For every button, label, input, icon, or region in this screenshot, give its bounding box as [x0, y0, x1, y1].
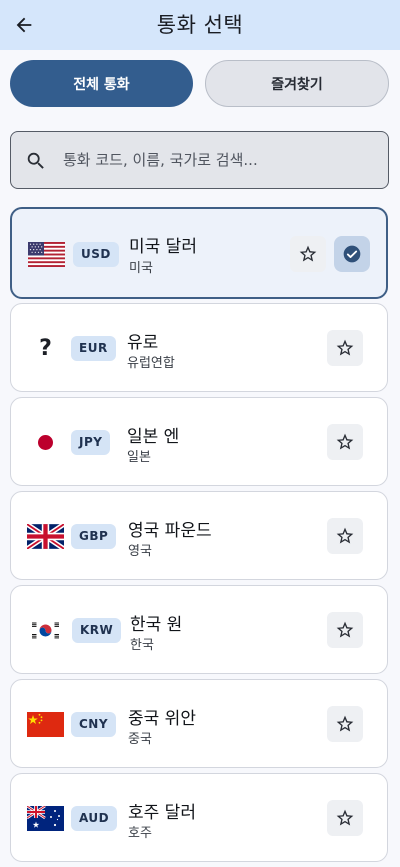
tab-favorites[interactable]: 즐겨찾기 [205, 60, 389, 107]
star-outline-icon [336, 621, 354, 638]
star-outline-icon [336, 809, 354, 826]
currency-country: 호주 [128, 826, 152, 841]
check-circle-icon [343, 245, 361, 263]
favorite-button[interactable] [290, 236, 326, 272]
currency-name: 호주 달러 [128, 803, 196, 823]
currency-item-aud[interactable]: AUD 호주 달러 호주 [10, 773, 388, 862]
currency-name: 미국 달러 [129, 237, 197, 257]
currency-list: USD 미국 달러 미국 ? EUR 유로 유럽연합 JPY 일본 엔 일본 G… [10, 207, 389, 867]
favorite-button[interactable] [327, 424, 363, 460]
arrow-left-icon [16, 17, 32, 33]
currency-country: 중국 [128, 732, 152, 747]
currency-country: 영국 [128, 544, 152, 559]
uk-flag-icon [27, 524, 64, 549]
jp-flag-icon [27, 430, 64, 455]
currency-code-badge: CNY [71, 712, 117, 737]
currency-item-usd[interactable]: USD 미국 달러 미국 [10, 207, 388, 299]
currency-item-gbp[interactable]: GBP 영국 파운드 영국 [10, 491, 388, 580]
favorite-button[interactable] [327, 518, 363, 554]
filter-tabs: 전체 통화 즐겨찾기 [10, 60, 389, 107]
cn-flag-icon [27, 712, 64, 737]
favorite-button[interactable] [327, 612, 363, 648]
currency-code-badge: JPY [71, 430, 111, 455]
star-outline-icon [336, 433, 354, 450]
currency-name: 한국 원 [130, 615, 183, 635]
favorite-button[interactable] [327, 800, 363, 836]
search-icon [27, 152, 44, 169]
currency-code-badge: AUD [71, 806, 118, 831]
currency-name: 중국 위안 [128, 709, 196, 729]
currency-code-badge: USD [73, 242, 119, 267]
kr-flag-icon [27, 618, 64, 643]
favorite-button[interactable] [327, 706, 363, 742]
flag-fallback-text: ? [39, 336, 52, 361]
currency-select-screen: 통화 선택 전체 통화 즐겨찾기 통화 코드, 이름, 국가로 검색... US… [0, 0, 400, 867]
tab-all-currencies[interactable]: 전체 통화 [10, 60, 193, 107]
au-flag-icon [27, 806, 64, 831]
currency-country: 일본 [127, 450, 151, 465]
currency-item-krw[interactable]: KRW 한국 원 한국 [10, 585, 388, 674]
currency-code-badge: GBP [71, 524, 117, 549]
back-button[interactable] [6, 7, 42, 43]
search-box [10, 131, 389, 189]
currency-country: 유럽연합 [127, 356, 175, 371]
currency-country: 한국 [130, 638, 154, 653]
currency-name: 일본 엔 [127, 427, 180, 447]
app-bar: 통화 선택 [0, 0, 400, 50]
currency-country: 미국 [129, 261, 153, 276]
star-outline-icon [336, 339, 354, 356]
unknown-flag-icon: ? [27, 336, 64, 361]
currency-item-eur[interactable]: ? EUR 유로 유럽연합 [10, 303, 388, 392]
search-input[interactable] [63, 132, 378, 188]
currency-code-badge: KRW [72, 618, 122, 643]
currency-code-badge: EUR [71, 336, 116, 361]
star-outline-icon [299, 245, 317, 262]
currency-name: 영국 파운드 [128, 521, 212, 541]
currency-item-jpy[interactable]: JPY 일본 엔 일본 [10, 397, 388, 486]
selected-check-button[interactable] [334, 236, 370, 272]
page-title: 통화 선택 [156, 13, 244, 37]
star-outline-icon [336, 715, 354, 732]
currency-name: 유로 [127, 333, 159, 353]
us-flag-icon [28, 242, 65, 267]
favorite-button[interactable] [327, 330, 363, 366]
star-outline-icon [336, 527, 354, 544]
currency-item-cny[interactable]: CNY 중국 위안 중국 [10, 679, 388, 768]
